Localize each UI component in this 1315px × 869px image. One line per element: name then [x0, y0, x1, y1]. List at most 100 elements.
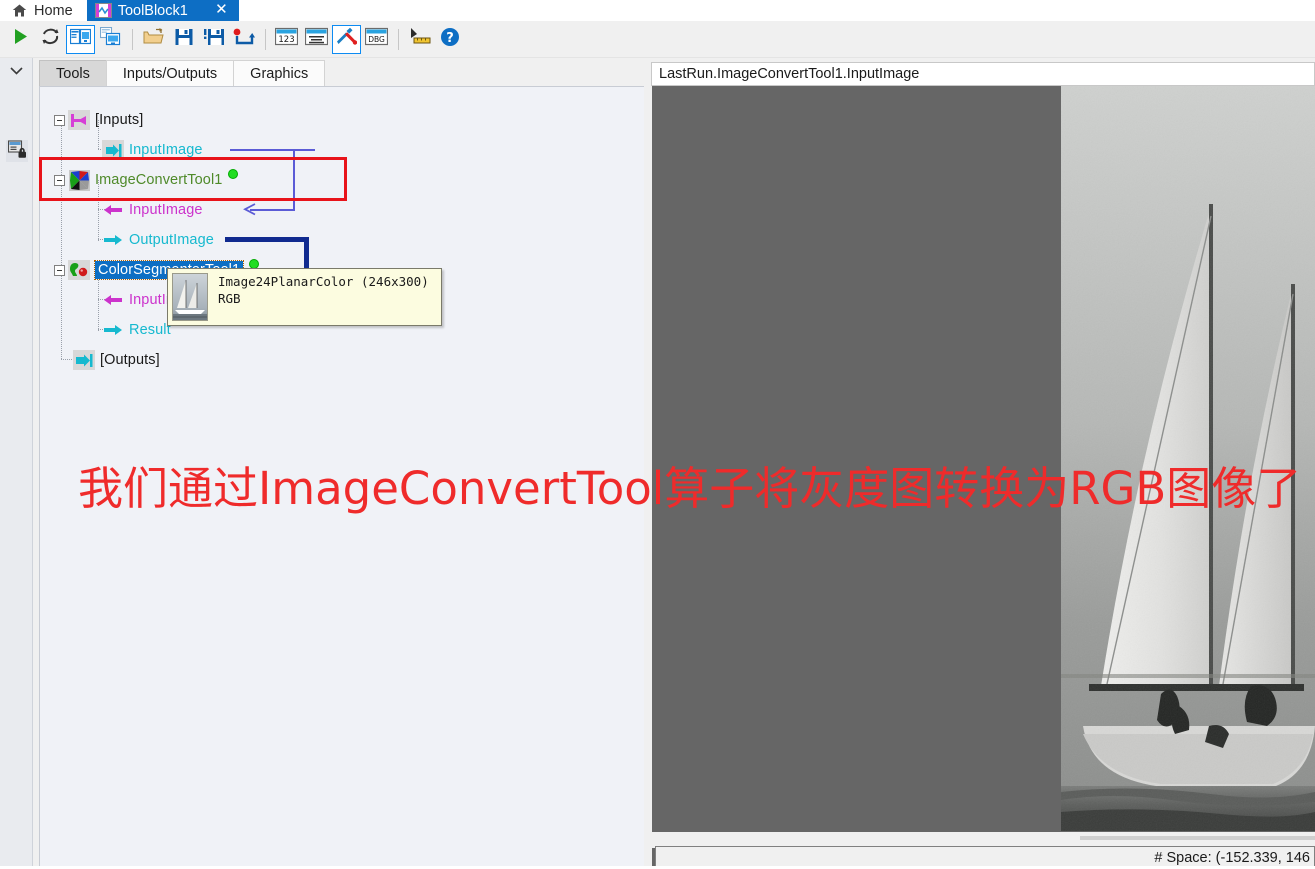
measure-button[interactable] [405, 25, 434, 54]
color-segmenter-icon [68, 260, 90, 280]
svg-text:123: 123 [278, 35, 294, 45]
open-folder-icon [143, 27, 164, 51]
tooltip-text: Image24PlanarColor (246x300) RGB [218, 273, 429, 321]
tree-node-ict-outputimage[interactable]: OutputImage [102, 229, 214, 251]
image-panel-header: LastRun.ImageConvertTool1.InputImage [651, 62, 1315, 86]
expand-toggle-icon[interactable] [54, 264, 65, 276]
connector-output-to-colorseg [225, 237, 309, 242]
toolbar-separator [265, 28, 266, 50]
wrench-screwdriver-icon [336, 27, 358, 51]
record-restore-button[interactable] [229, 25, 258, 54]
tree-node-inputs[interactable]: [Inputs] [54, 109, 143, 131]
floppy-save-icon [175, 28, 193, 51]
save-button[interactable] [169, 25, 198, 54]
connector-arrowhead [243, 203, 256, 216]
tree-node-imageconverttool1[interactable]: ImageConvertTool1 [54, 169, 238, 191]
red-dot-arrow-icon [233, 28, 255, 51]
run-button[interactable] [6, 25, 35, 54]
expand-toggle-icon[interactable] [54, 174, 65, 186]
left-rail [0, 58, 33, 869]
tree-node-label: Result [129, 322, 171, 338]
tab-graphics-label: Graphics [250, 65, 309, 82]
home-tab-label: Home [34, 2, 73, 19]
dual-pane-icon [69, 28, 92, 51]
numbers-123-icon: 123 [274, 27, 299, 51]
sailboat-thumbnail [172, 273, 208, 321]
debug-button[interactable]: DBG [362, 25, 391, 54]
inputs-arrow-icon [68, 110, 90, 130]
status-bar-text: # Space: (-152.339, 146 [1154, 849, 1310, 866]
panel-tab-bar: Tools Inputs/Outputs Graphics [39, 60, 326, 86]
output-arrow-icon [102, 320, 124, 340]
dbg-icon: DBG [364, 27, 389, 51]
question-circle-icon: ? [440, 27, 460, 52]
locked-panel-icon [7, 139, 27, 163]
locked-panel-button[interactable] [6, 139, 28, 163]
annotation-text: 我们通过ImageConvertTool算子将灰度图转换为RGB图像了 [78, 462, 1302, 515]
tree-node-label: [Outputs] [100, 352, 160, 368]
tree-guide [61, 359, 73, 360]
tree-node-label: OutputImage [129, 232, 214, 248]
show-result-panel-button[interactable] [96, 25, 125, 54]
tab-inputs-outputs-label: Inputs/Outputs [122, 65, 218, 82]
outputs-arrow-icon [73, 350, 95, 370]
image-convert-tool-icon [68, 169, 90, 191]
tab-graphics[interactable]: Graphics [233, 60, 326, 86]
tab-tools[interactable]: Tools [39, 60, 107, 86]
main-toolbar: 123 DBG ? [0, 21, 1315, 58]
toolblock-window: Home ToolBlock1 ✕ 123 DBG ? Tools Inputs… [0, 0, 1315, 869]
tooltip-line-1: Image24PlanarColor (246x300) [218, 274, 429, 289]
help-button[interactable]: ? [435, 25, 464, 54]
expand-toggle-icon[interactable] [54, 114, 65, 126]
tree-node-inputimage-root[interactable]: InputImage [102, 139, 203, 161]
tree-node-ict-inputimage[interactable]: InputImage [102, 199, 203, 221]
stacked-pane-icon [99, 26, 121, 51]
floppy-save-as-icon [203, 28, 225, 51]
document-tab-label: ToolBlock1 [117, 2, 188, 19]
ruler-cursor-icon [409, 27, 431, 51]
svg-text:DBG: DBG [368, 35, 385, 44]
svg-text:?: ? [446, 30, 454, 45]
input-terminal-icon [102, 140, 124, 160]
tree-node-label: InputImage [129, 142, 203, 158]
tools-settings-button[interactable] [332, 24, 361, 54]
run-continuous-button[interactable] [36, 25, 65, 54]
input-arrow-icon [102, 200, 124, 220]
image-panel-title: LastRun.ImageConvertTool1.InputImage [659, 66, 920, 82]
tooltip-line-2: RGB [218, 290, 241, 306]
input-arrow-icon [102, 290, 124, 310]
status-dot-ok [229, 170, 238, 178]
show-tool-panel-button[interactable] [66, 24, 95, 54]
save-as-button[interactable] [199, 25, 228, 54]
tree-node-cs-result[interactable]: Result [102, 319, 171, 341]
horizontal-scrollbar[interactable] [1080, 836, 1315, 840]
open-button[interactable] [139, 25, 168, 54]
output-arrow-icon [102, 230, 124, 250]
tree-node-outputs[interactable]: [Outputs] [73, 349, 160, 371]
toolblock-icon [94, 3, 112, 18]
connector-input-to-ict [230, 149, 315, 151]
image-tooltip: Image24PlanarColor (246x300) RGB [167, 268, 442, 326]
play-triangle-icon [13, 28, 29, 50]
tree-node-label: ImageConvertTool1 [95, 172, 223, 188]
status-dot-ok [250, 260, 259, 268]
tree-node-label: [Inputs] [95, 112, 144, 128]
document-tab-strip: Home ToolBlock1 ✕ [0, 0, 1315, 21]
home-icon [12, 4, 27, 17]
image-result-panel: LastRun.ImageConvertTool1.InputImage [649, 62, 1315, 869]
close-icon[interactable]: ✕ [209, 2, 230, 19]
toolbar-separator [132, 28, 133, 50]
collapse-panel-button[interactable] [7, 62, 26, 80]
show-details-button[interactable] [302, 25, 331, 54]
list-lines-icon [304, 27, 329, 51]
tree-node-label: InputImage [129, 202, 203, 218]
connector-input-to-ict [293, 149, 295, 211]
home-tab[interactable]: Home [0, 0, 87, 21]
chevron-down-icon [10, 62, 23, 80]
toolbar-separator [398, 28, 399, 50]
document-tab-toolblock1[interactable]: ToolBlock1 ✕ [86, 0, 239, 21]
tab-tools-label: Tools [56, 65, 90, 82]
show-values-button[interactable]: 123 [272, 25, 301, 54]
tab-inputs-outputs[interactable]: Inputs/Outputs [105, 60, 235, 86]
loop-arrows-icon [41, 28, 60, 51]
